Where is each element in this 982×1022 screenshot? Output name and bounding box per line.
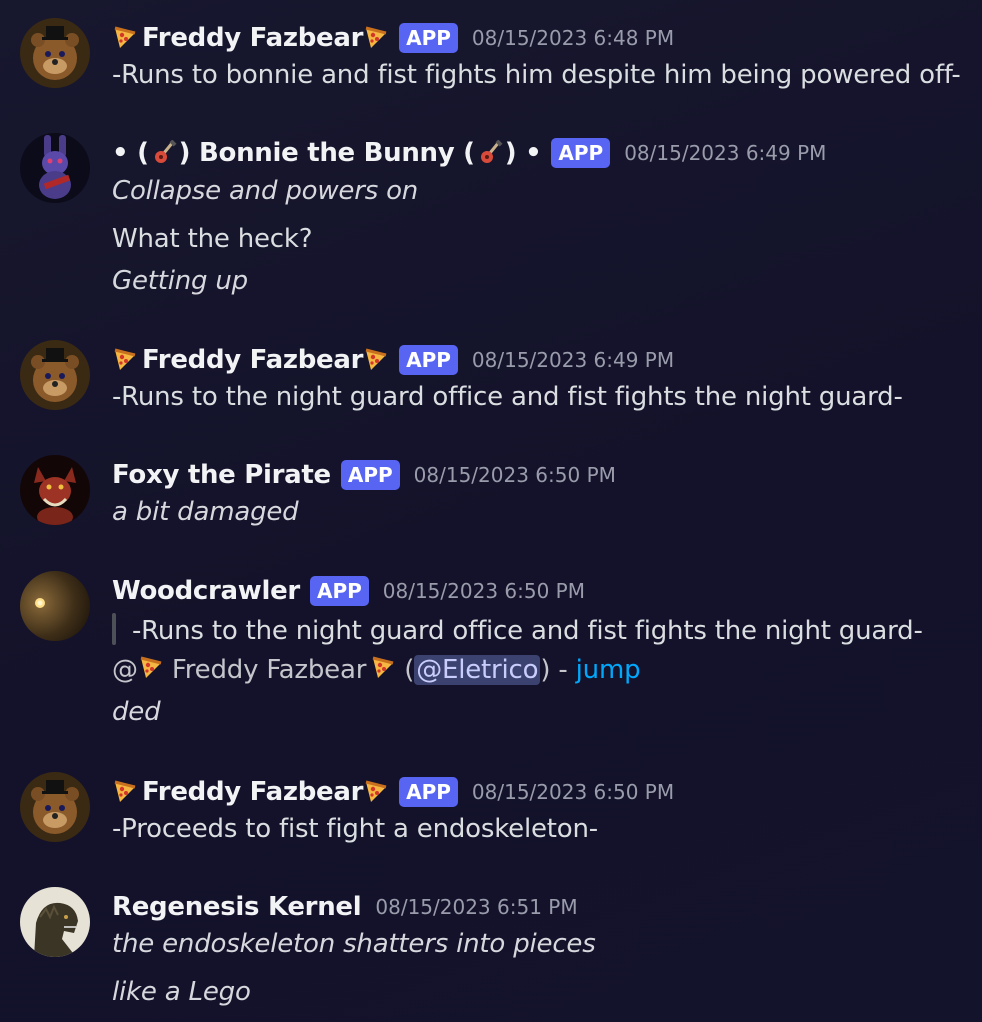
pizza-icon: [372, 656, 394, 678]
message-text: Collapse and powers on: [112, 176, 419, 206]
message-header: Freddy Fazbear APP 08/15/2023 6:48 PM: [112, 18, 674, 58]
pizza-icon: [114, 348, 136, 370]
app-badge: APP: [309, 576, 369, 606]
guitar-icon: [154, 140, 177, 163]
freddy-avatar[interactable]: [20, 340, 90, 410]
freddy-avatar[interactable]: [20, 772, 90, 842]
freddy-avatar-image: [20, 340, 90, 410]
author-name[interactable]: Regenesis Kernel: [112, 892, 362, 922]
author-name[interactable]: Foxy the Pirate: [112, 460, 331, 490]
message-text: What the heck?: [112, 224, 313, 254]
message-header: Woodcrawler APP 08/15/2023 6:50 PM: [112, 571, 585, 611]
timestamp[interactable]: 08/15/2023 6:50 PM: [414, 463, 616, 487]
woodcrawler-avatar[interactable]: [20, 571, 90, 641]
reply-close-paren: ) -: [540, 655, 576, 685]
pizza-icon: [114, 26, 136, 48]
reply-name: Freddy Fazbear: [163, 655, 367, 685]
timestamp[interactable]: 08/15/2023 6:49 PM: [472, 348, 674, 372]
regenesis-kernel-avatar-image: [20, 887, 90, 957]
author-name[interactable]: ) Bonnie the Bunny (: [179, 138, 475, 168]
pizza-icon: [365, 26, 387, 48]
reply-open-paren: (: [396, 655, 415, 685]
timestamp[interactable]: 08/15/2023 6:49 PM: [624, 141, 826, 165]
freddy-avatar-image: [20, 18, 90, 88]
guitar-icon: [480, 140, 503, 163]
freddy-avatar-image: [20, 772, 90, 842]
pizza-icon: [365, 348, 387, 370]
app-badge: APP: [399, 345, 458, 375]
author-name-suffix: ) •: [504, 138, 542, 168]
pizza-icon: [140, 656, 162, 678]
bonnie-avatar[interactable]: [20, 133, 90, 203]
message-header: Regenesis Kernel 08/15/2023 6:51 PM: [112, 887, 578, 927]
message-header: Freddy Fazbear APP 08/15/2023 6:49 PM: [112, 340, 674, 380]
author-name[interactable]: Freddy Fazbear: [142, 777, 363, 807]
reply-at: @: [112, 655, 138, 685]
app-badge: APP: [399, 777, 458, 807]
message-text: Getting up: [112, 266, 248, 296]
timestamp[interactable]: 08/15/2023 6:50 PM: [472, 780, 674, 804]
message-header: • ( ) Bonnie the Bunny ( ) • APP 08/15/202…: [112, 133, 826, 173]
message-text: -Runs to bonnie and fist fights him desp…: [112, 60, 961, 90]
pizza-icon: [114, 780, 136, 802]
timestamp[interactable]: 08/15/2023 6:48 PM: [472, 26, 674, 50]
quote-text: -Runs to the night guard office and fist…: [132, 616, 923, 646]
app-badge: APP: [399, 23, 458, 53]
author-name[interactable]: Woodcrawler: [112, 576, 300, 606]
author-name[interactable]: Freddy Fazbear: [142, 23, 363, 53]
bonnie-avatar-image: [20, 133, 90, 203]
app-badge: APP: [340, 460, 400, 490]
jump-link[interactable]: jump: [576, 655, 641, 685]
woodcrawler-avatar-image: [20, 571, 90, 641]
message-header: Foxy the Pirate APP 08/15/2023 6:50 PM: [112, 455, 616, 495]
author-name[interactable]: Freddy Fazbear: [142, 345, 363, 375]
message-text: like a Lego: [112, 977, 251, 1007]
timestamp[interactable]: 08/15/2023 6:51 PM: [375, 895, 577, 919]
quote-block: -Runs to the night guard office and fist…: [112, 613, 923, 646]
quote-bar: [112, 613, 116, 645]
foxy-avatar-image: [20, 455, 90, 525]
message-text: ded: [112, 697, 161, 727]
foxy-avatar[interactable]: [20, 455, 90, 525]
message-text: -Proceeds to fist fight a endoskeleton-: [112, 814, 598, 844]
message-text: a bit damaged: [112, 497, 299, 527]
user-mention[interactable]: @Eletrico: [414, 655, 541, 685]
timestamp[interactable]: 08/15/2023 6:50 PM: [383, 579, 585, 603]
regenesis-kernel-avatar[interactable]: [20, 887, 90, 957]
app-badge: APP: [551, 138, 611, 168]
reply-reference: @ Freddy Fazbear (@Eletrico) - jump: [112, 655, 641, 685]
message-text: the endoskeleton shatters into pieces: [112, 929, 596, 959]
message-text: -Runs to the night guard office and fist…: [112, 382, 903, 412]
pizza-icon: [365, 780, 387, 802]
author-name-prefix: • (: [112, 138, 149, 168]
message-header: Freddy Fazbear APP 08/15/2023 6:50 PM: [112, 772, 674, 812]
freddy-avatar[interactable]: [20, 18, 90, 88]
